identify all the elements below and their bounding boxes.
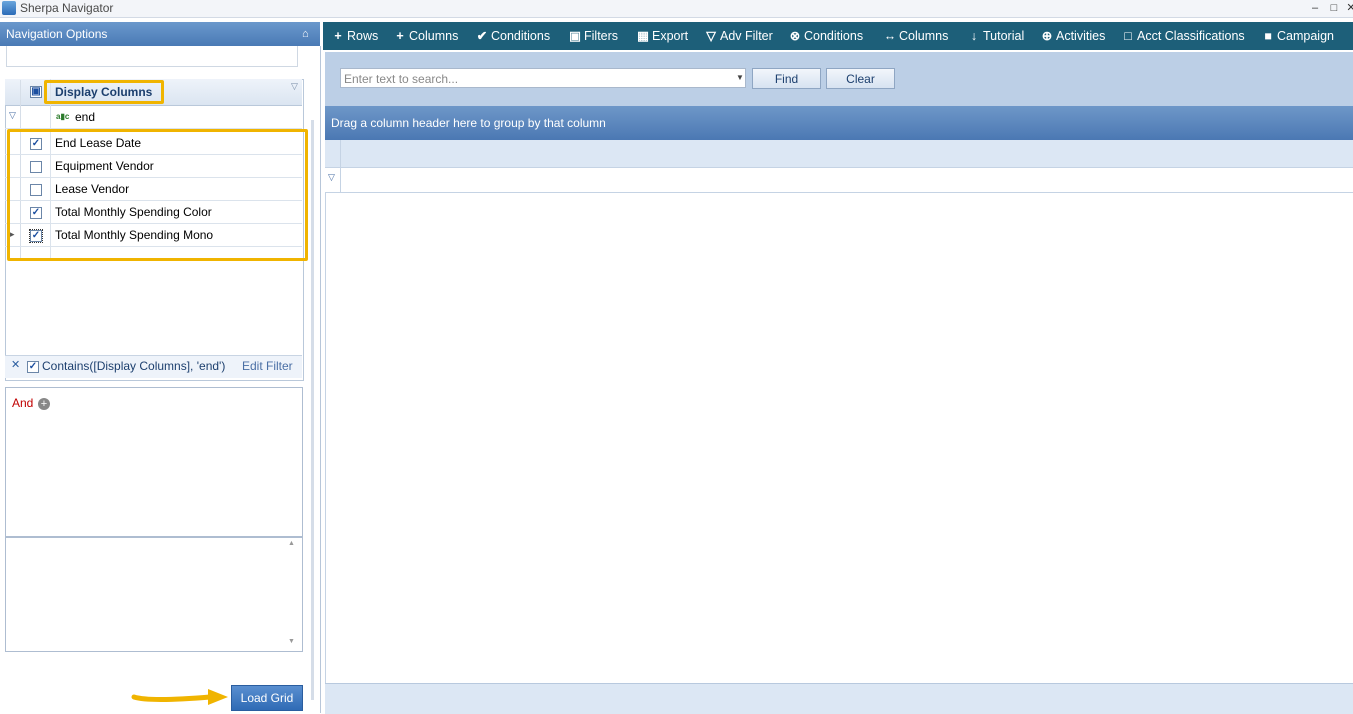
remove-filter-icon[interactable]: ✕ bbox=[11, 358, 20, 371]
toolbar-conditions-2-button[interactable]: ⊗ Conditions bbox=[788, 22, 863, 50]
toolbar-acct-classifications-button[interactable]: □ Acct Classifications bbox=[1121, 22, 1245, 50]
grid-filter-icon: ▽ bbox=[328, 172, 335, 182]
spreadsheet-icon: ▦ bbox=[637, 29, 649, 43]
toolbar-label: Conditions bbox=[491, 29, 551, 43]
search-dropdown-icon[interactable]: ▼ bbox=[734, 68, 746, 88]
toolbar-label: Columns bbox=[409, 29, 459, 43]
check-icon: ✔ bbox=[476, 29, 488, 43]
toolbar-label: Columns bbox=[899, 29, 949, 43]
filter-builder bbox=[5, 387, 303, 537]
toolbar-label: Acct Classifications bbox=[1137, 29, 1245, 43]
clear-button[interactable]: Clear bbox=[826, 68, 895, 89]
plus-icon: + bbox=[396, 29, 404, 43]
maximize-icon[interactable]: □ bbox=[1326, 0, 1342, 17]
toolbar-export-button[interactable]: ▦ Export bbox=[636, 22, 688, 50]
grid-column-header bbox=[325, 140, 1353, 168]
nav-panel-header: Navigation Options ⌂ bbox=[0, 22, 320, 46]
toolbar-conditions-button[interactable]: ✔ Conditions bbox=[475, 22, 550, 50]
scroll-down-icon[interactable]: ▼ bbox=[288, 638, 295, 645]
display-columns-header[interactable]: Display Columns bbox=[55, 80, 152, 104]
filter-expression: Contains([Display Columns], 'end') bbox=[42, 359, 226, 373]
grid-auto-filter-row[interactable] bbox=[325, 168, 1353, 193]
toolbar-label: Export bbox=[652, 29, 689, 43]
group-operator[interactable]: And bbox=[12, 396, 33, 410]
text-filter-icon: a▮c bbox=[56, 112, 70, 121]
load-grid-button[interactable]: Load Grid bbox=[231, 685, 303, 711]
save-icon: ▣ bbox=[569, 29, 581, 43]
toolbar-label: Activities bbox=[1056, 29, 1106, 43]
search-input[interactable]: Enter text to search... bbox=[340, 68, 746, 88]
toolbar-columns-2-button[interactable]: ↔ Columns bbox=[883, 22, 949, 50]
window-titlebar bbox=[0, 0, 1353, 18]
toolbar-columns-button[interactable]: + Columns bbox=[393, 22, 458, 50]
toolbar-label: Conditions bbox=[804, 29, 864, 43]
arrows-horizontal-icon: ↔ bbox=[883, 29, 897, 43]
find-button[interactable]: Find bbox=[752, 68, 821, 89]
filter-value[interactable]: end bbox=[75, 106, 95, 128]
main-grid[interactable] bbox=[325, 193, 1353, 683]
nav-top-box bbox=[6, 46, 298, 67]
toolbar-adv-filter-button[interactable]: ▽ Adv Filter bbox=[704, 22, 773, 50]
nav-panel-title: Navigation Options bbox=[6, 27, 108, 41]
copy-icon: □ bbox=[1124, 29, 1132, 43]
grid-footer bbox=[325, 683, 1353, 714]
window-title: Sherpa Navigator bbox=[20, 1, 114, 15]
plus-icon: + bbox=[334, 29, 342, 43]
clipboard-icon: ■ bbox=[1264, 29, 1272, 43]
toolbar-tutorial-button[interactable]: ↓ Tutorial bbox=[967, 22, 1024, 50]
app-icon bbox=[2, 1, 16, 15]
group-panel-hint: Drag a column header here to group by th… bbox=[331, 116, 606, 130]
pin-icon[interactable]: ⌂ bbox=[302, 22, 309, 46]
toolbar-label: Campaign bbox=[1277, 29, 1334, 43]
rows-highlight bbox=[7, 129, 308, 261]
toolbar-campaign-button[interactable]: ■ Campaign bbox=[1261, 22, 1334, 50]
close-icon[interactable]: ✕ bbox=[1343, 0, 1353, 17]
toolbar-rows-button[interactable]: + Rows bbox=[331, 22, 378, 50]
filter-row-icon: ▽ bbox=[9, 110, 16, 120]
filter-enable-checkbox[interactable]: ✓ bbox=[27, 361, 39, 373]
circle-x-icon: ⊗ bbox=[789, 29, 801, 43]
toolbar-activities-button[interactable]: ⊕ Activities bbox=[1040, 22, 1106, 50]
edit-filter-link[interactable]: Edit Filter bbox=[242, 355, 293, 377]
add-condition-icon[interactable]: + bbox=[38, 398, 50, 410]
toolbar-label: Filters bbox=[584, 29, 619, 43]
toolbar-label: Rows bbox=[347, 29, 379, 43]
scroll-up-icon[interactable]: ▲ bbox=[288, 540, 295, 547]
arrow-annotation bbox=[131, 689, 228, 705]
auto-filter-row bbox=[5, 106, 302, 129]
grid-indicator-column bbox=[325, 140, 341, 192]
plus-circle-icon: ⊕ bbox=[1041, 29, 1053, 43]
toolbar-label: Adv Filter bbox=[720, 29, 773, 43]
select-all-checkbox[interactable]: ▣ bbox=[30, 86, 42, 98]
arrow-down-icon: ↓ bbox=[970, 29, 978, 43]
funnel-icon: ▽ bbox=[706, 29, 716, 43]
panel-splitter[interactable] bbox=[311, 120, 314, 700]
toolbar-filters-button[interactable]: ▣ Filters bbox=[568, 22, 618, 50]
filter-text-box[interactable] bbox=[5, 537, 303, 652]
toolbar-label: Tutorial bbox=[983, 29, 1025, 43]
minimize-icon[interactable]: ‒ bbox=[1307, 0, 1323, 17]
column-filter-icon[interactable]: ▽ bbox=[291, 81, 298, 92]
